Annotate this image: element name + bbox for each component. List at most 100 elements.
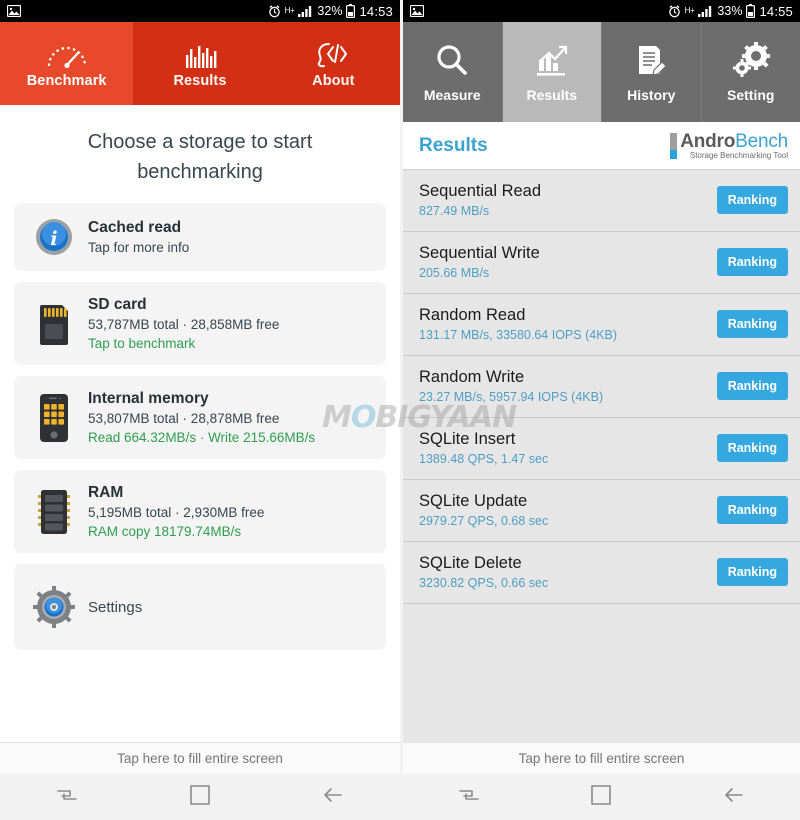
result-row[interactable]: SQLite Delete 3230.82 QPS, 0.66 sec Rank… [403, 542, 800, 604]
home-square-icon [591, 784, 612, 810]
signal-bars-icon [298, 5, 313, 17]
logo-text-bench: Bench [735, 130, 788, 152]
result-value: 131.17 MB/s, 33580.64 IOPS (4KB) [419, 328, 618, 342]
recents-button[interactable] [0, 786, 133, 809]
tab-results[interactable]: Results [502, 22, 602, 122]
tab-about[interactable]: About [267, 22, 400, 105]
result-name: Random Read [419, 306, 526, 324]
ranking-button[interactable]: Ranking [716, 496, 788, 524]
result-value: 827.49 MB/s [419, 204, 490, 218]
tab-history-label: History [627, 87, 676, 103]
home-button[interactable] [535, 784, 667, 810]
ranking-button[interactable]: Ranking [716, 248, 788, 276]
result-value: 23.27 MB/s, 5957.94 IOPS (4KB) [419, 390, 604, 404]
result-row[interactable]: SQLite Update 2979.27 QPS, 0.68 sec Rank… [403, 480, 800, 542]
ram-chip-icon [28, 487, 80, 537]
ranking-button[interactable]: Ranking [716, 310, 788, 338]
right-nav-bar [403, 774, 800, 820]
back-button[interactable] [267, 786, 400, 809]
storage-card-cached-read[interactable]: i Cached read Tap for more info [14, 203, 386, 271]
settings-card[interactable]: Settings [14, 564, 386, 650]
back-arrow-icon [322, 786, 344, 809]
result-row[interactable]: Sequential Write 205.66 MB/s Ranking [403, 232, 800, 294]
bar-chart-icon [178, 39, 222, 69]
recents-icon [458, 786, 480, 809]
document-pen-icon [632, 41, 670, 81]
fill-screen-label: Tap here to fill entire screen [518, 751, 685, 766]
network-type-label: H+ [684, 6, 695, 15]
androbench-logo: AndroBench Storage Benchmarking Tool [670, 132, 788, 160]
left-content: Choose a storage to start benchmarking i… [0, 105, 400, 758]
magnifier-icon [433, 41, 471, 81]
result-value: 205.66 MB/s [419, 266, 490, 280]
code-head-icon [311, 39, 355, 69]
left-status-bar: H+ 32% 14:53 [0, 0, 400, 22]
tab-measure[interactable]: Measure [403, 22, 503, 122]
tab-setting[interactable]: Setting [702, 22, 800, 122]
battery-icon [746, 4, 756, 18]
result-row[interactable]: SQLite Insert 1389.48 QPS, 1.47 sec Rank… [403, 418, 800, 480]
ranking-button[interactable]: Ranking [716, 372, 788, 400]
result-name: Sequential Write [419, 244, 540, 262]
card-subtitle: Tap for more info [88, 240, 190, 255]
home-button[interactable] [133, 784, 266, 810]
right-phone-screen: H+ 33% 14:55 Measure Results History Set… [400, 0, 800, 820]
fill-screen-bar-left[interactable]: Tap here to fill entire screen [0, 742, 400, 774]
page-title: Results [419, 134, 488, 156]
battery-icon [346, 4, 356, 18]
card-title: SD card [88, 296, 147, 313]
battery-percent-label: 33% [717, 4, 743, 18]
results-list: Sequential Read 827.49 MB/s Ranking Sequ… [403, 170, 800, 604]
tab-results[interactable]: Results [133, 22, 266, 105]
tab-setting-label: Setting [727, 87, 775, 103]
tab-about-label: About [312, 72, 355, 89]
result-name: Random Write [419, 368, 525, 386]
storage-card-ram[interactable]: RAM 5,195MB total · 2,930MB free RAM cop… [14, 470, 386, 553]
result-row[interactable]: Sequential Read 827.49 MB/s Ranking [403, 170, 800, 232]
logo-tagline: Storage Benchmarking Tool [689, 150, 788, 160]
card-subtitle: 5,195MB total · 2,930MB free [88, 505, 265, 520]
settings-label: Settings [88, 598, 143, 616]
right-tab-bar: Measure Results History Setting [403, 22, 800, 122]
card-action-label: RAM copy 18179.74MB/s [88, 524, 242, 539]
card-subtitle: 53,807MB total · 28,878MB free [88, 411, 280, 426]
dual-screenshot-container: H+ 32% 14:53 Benchmark Results About Cho… [0, 0, 800, 820]
card-title: Cached read [88, 219, 182, 236]
result-name: Sequential Read [419, 182, 542, 200]
card-subtitle: 53,787MB total · 28,858MB free [88, 317, 280, 332]
left-tab-bar: Benchmark Results About [0, 22, 400, 105]
back-arrow-icon [723, 786, 745, 809]
results-header: Results AndroBench Storage Benchmarking … [403, 122, 800, 170]
storage-card-internal-memory[interactable]: Internal memory 53,807MB total · 28,878M… [14, 376, 386, 459]
tab-results-label: Results [173, 72, 227, 89]
tab-history[interactable]: History [602, 22, 702, 122]
svg-text:i: i [50, 228, 57, 250]
speedometer-icon [45, 39, 89, 69]
result-name: SQLite Update [419, 492, 528, 510]
tab-benchmark[interactable]: Benchmark [0, 22, 134, 105]
recents-button[interactable] [403, 786, 535, 809]
page-title: Choose a storage to start benchmarking [87, 131, 313, 183]
alarm-clock-icon [668, 4, 681, 18]
tab-measure-label: Measure [423, 87, 481, 103]
fill-screen-label: Tap here to fill entire screen [117, 751, 283, 766]
storage-card-sd-card[interactable]: SD card 53,787MB total · 28,858MB free T… [14, 282, 386, 365]
result-value: 2979.27 QPS, 0.68 sec [419, 514, 549, 528]
result-name: SQLite Delete [419, 554, 522, 572]
result-row[interactable]: Random Read 131.17 MB/s, 33580.64 IOPS (… [403, 294, 800, 356]
recents-icon [56, 786, 78, 809]
ranking-button[interactable]: Ranking [716, 558, 788, 586]
result-row[interactable]: Random Write 23.27 MB/s, 5957.94 IOPS (4… [403, 356, 800, 418]
tab-benchmark-label: Benchmark [26, 72, 107, 89]
gear-icon [28, 585, 80, 629]
ranking-button[interactable]: Ranking [716, 434, 788, 462]
clock-label: 14:53 [359, 3, 393, 19]
card-title: Internal memory [88, 390, 209, 407]
back-button[interactable] [668, 786, 800, 809]
image-icon [410, 5, 424, 17]
fill-screen-bar-right[interactable]: Tap here to fill entire screen [403, 742, 800, 774]
card-action-label: Read 664.32MB/s · Write 215.66MB/s [88, 430, 316, 445]
chart-up-icon [533, 41, 571, 81]
sdcard-icon [28, 302, 80, 346]
ranking-button[interactable]: Ranking [716, 186, 788, 214]
